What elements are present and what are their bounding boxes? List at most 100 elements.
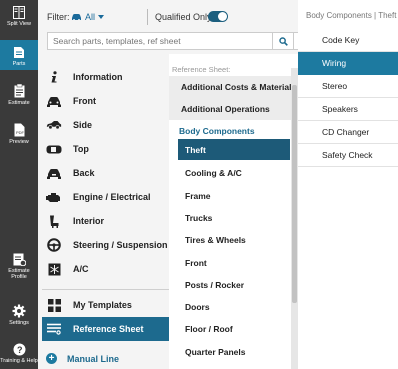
category-ac[interactable]: A/C [42, 257, 169, 281]
info-icon [46, 69, 62, 85]
detail-item-cd-changer[interactable]: CD Changer [298, 121, 398, 144]
rail-settings[interactable]: Settings [0, 304, 38, 330]
svg-text:PDF: PDF [16, 130, 25, 135]
category-label: A/C [73, 264, 89, 274]
category-side[interactable]: Side [42, 113, 169, 137]
ref-item-cooling-ac[interactable]: Cooling & A/C [178, 162, 290, 183]
rail-split-view[interactable]: Split View [0, 6, 38, 36]
manual-line-label: Manual Line [67, 353, 120, 364]
caret-down-icon [98, 15, 105, 19]
ac-icon [46, 261, 62, 277]
search-input[interactable] [47, 32, 309, 50]
reference-scrollbar[interactable] [291, 68, 298, 369]
category-label: Steering / Suspension [73, 240, 168, 250]
filter-separator [147, 9, 148, 25]
rail-estimate-profile[interactable]: Estimate Profile [0, 252, 38, 286]
seat-icon [46, 213, 62, 229]
reference-scrollbar-thumb[interactable] [292, 85, 297, 303]
search-icon [278, 36, 288, 46]
nav-my-templates[interactable]: My Templates [42, 293, 169, 317]
ref-item-additional-operations[interactable]: Additional Operations [169, 98, 291, 120]
car-front-icon [46, 93, 62, 109]
templates-icon [46, 297, 62, 313]
reference-sheet-panel: Reference Sheet: Additional Costs & Mate… [169, 54, 298, 369]
ref-item-trucks[interactable]: Trucks [178, 207, 290, 228]
car-back-icon [46, 165, 62, 181]
help-icon: ? [13, 343, 25, 356]
rail-preview[interactable]: PDF Preview [0, 123, 38, 151]
ref-item-theft[interactable]: Theft [178, 139, 290, 160]
gear-icon [12, 304, 26, 318]
svg-text:?: ? [17, 345, 23, 355]
preview-icon: PDF [14, 123, 25, 137]
rail-estimate[interactable]: Estimate [0, 84, 38, 112]
engine-icon [46, 189, 62, 205]
rail-preview-label: Preview [9, 139, 29, 145]
qualified-only-label: Qualified Only [155, 12, 212, 22]
car-top-icon [46, 141, 62, 157]
category-label: Engine / Electrical [73, 192, 151, 202]
category-information[interactable]: Information [42, 65, 169, 89]
estimate-icon [14, 84, 24, 98]
category-list: Information Front Side Top Back Engine /… [38, 54, 169, 369]
nav-label: Reference Sheet [73, 324, 144, 334]
reference-sheet-icon [46, 321, 62, 337]
rail-parts-label: Parts [12, 61, 26, 67]
category-steering-suspension[interactable]: Steering / Suspension [42, 233, 169, 257]
ref-group-label: Body Components [179, 126, 255, 136]
category-divider [42, 289, 169, 290]
category-label: Top [73, 144, 89, 154]
category-label: Front [73, 96, 96, 106]
rail-training-help[interactable]: ? Training & Help [0, 343, 38, 367]
category-engine-electrical[interactable]: Engine / Electrical [42, 185, 169, 209]
detail-item-speakers[interactable]: Speakers [298, 98, 398, 121]
nav-reference-sheet[interactable]: Reference Sheet [42, 317, 169, 341]
steering-icon [46, 237, 62, 253]
ref-item-floor-roof[interactable]: Floor / Roof [178, 318, 290, 339]
detail-item-code-key[interactable]: Code Key [298, 29, 398, 52]
estimate-profile-icon [13, 253, 26, 266]
category-label: Information [73, 72, 123, 82]
ref-item-posts-rocker[interactable]: Posts / Rocker [178, 274, 290, 295]
ref-item-tires-wheels[interactable]: Tires & Wheels [178, 229, 290, 250]
ref-item-additional-costs[interactable]: Additional Costs & Materials [169, 76, 296, 98]
car-side-icon [46, 117, 62, 133]
ref-item-doors[interactable]: Doors [178, 296, 290, 317]
detail-item-stereo[interactable]: Stereo [298, 75, 398, 98]
car-filter-icon [72, 14, 81, 21]
filter-dropdown[interactable]: All [71, 10, 105, 24]
rail-estimate-label: Estimate [8, 100, 30, 106]
category-label: Interior [73, 216, 105, 226]
category-label: Back [73, 168, 95, 178]
qualified-only-toggle[interactable] [208, 11, 228, 22]
filter-label: Filter: [47, 12, 70, 22]
nav-label: My Templates [73, 300, 132, 310]
breadcrumb: Body Components | Theft [306, 11, 397, 20]
toggle-knob [218, 12, 227, 21]
detail-panel: Body Components | Theft Code Key Wiring … [298, 0, 398, 369]
reference-sheet-header: Reference Sheet: [172, 65, 231, 74]
category-label: Side [73, 120, 93, 130]
ref-item-front[interactable]: Front [178, 252, 290, 273]
category-front[interactable]: Front [42, 89, 169, 113]
filter-bar: Filter: All Qualified Only [38, 0, 298, 32]
ref-item-frame[interactable]: Frame [178, 185, 290, 206]
rail-parts[interactable]: Parts [0, 40, 38, 70]
manual-line-button[interactable]: + Manual Line [46, 353, 119, 364]
category-back[interactable]: Back [42, 161, 169, 185]
category-interior[interactable]: Interior [42, 209, 169, 233]
rail-estimate-profile-label: Estimate Profile [8, 268, 30, 280]
rail-settings-label: Settings [9, 320, 29, 326]
plus-circle-icon: + [46, 353, 57, 364]
search-button[interactable] [272, 32, 294, 50]
detail-item-safety-check[interactable]: Safety Check [298, 144, 398, 167]
detail-item-wiring[interactable]: Wiring [298, 52, 398, 75]
filter-selected-value: All [85, 12, 96, 22]
parts-icon [14, 47, 24, 58]
ref-item-quarter-panels[interactable]: Quarter Panels [178, 341, 290, 362]
search-row [38, 32, 309, 54]
rail-training-help-label: Training & Help [0, 358, 38, 364]
split-view-icon [13, 6, 25, 19]
left-rail: Split View Parts Estimate PDF Preview Es… [0, 0, 38, 369]
category-top[interactable]: Top [42, 137, 169, 161]
